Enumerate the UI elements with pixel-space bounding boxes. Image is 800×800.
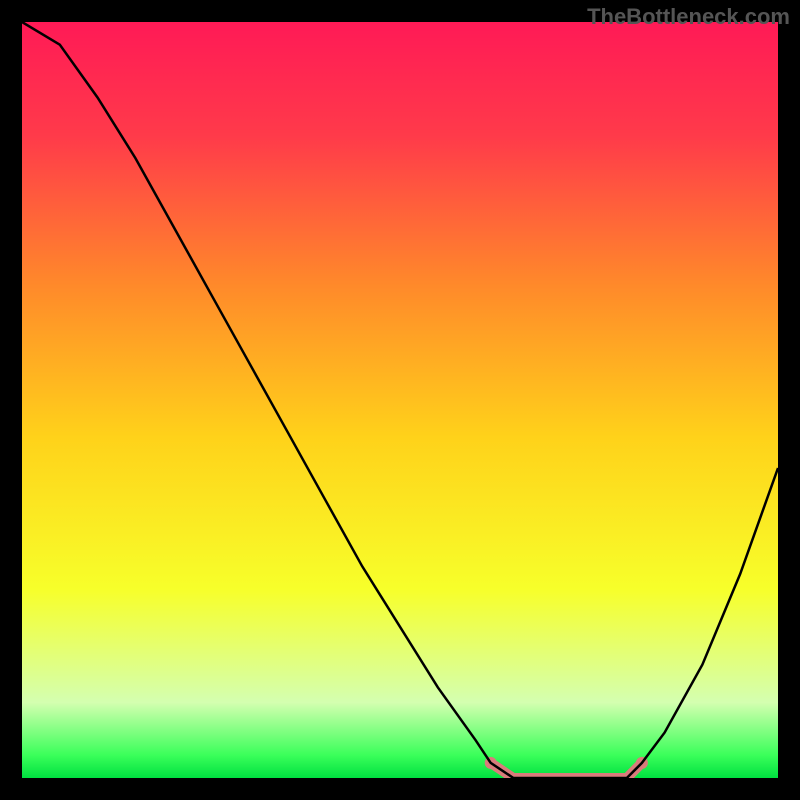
plot-border-bottom — [0, 778, 800, 800]
plot-border-left — [0, 0, 22, 800]
chart-background — [22, 22, 778, 778]
plot-border-right — [778, 0, 800, 800]
watermark-text: TheBottleneck.com — [587, 4, 790, 30]
